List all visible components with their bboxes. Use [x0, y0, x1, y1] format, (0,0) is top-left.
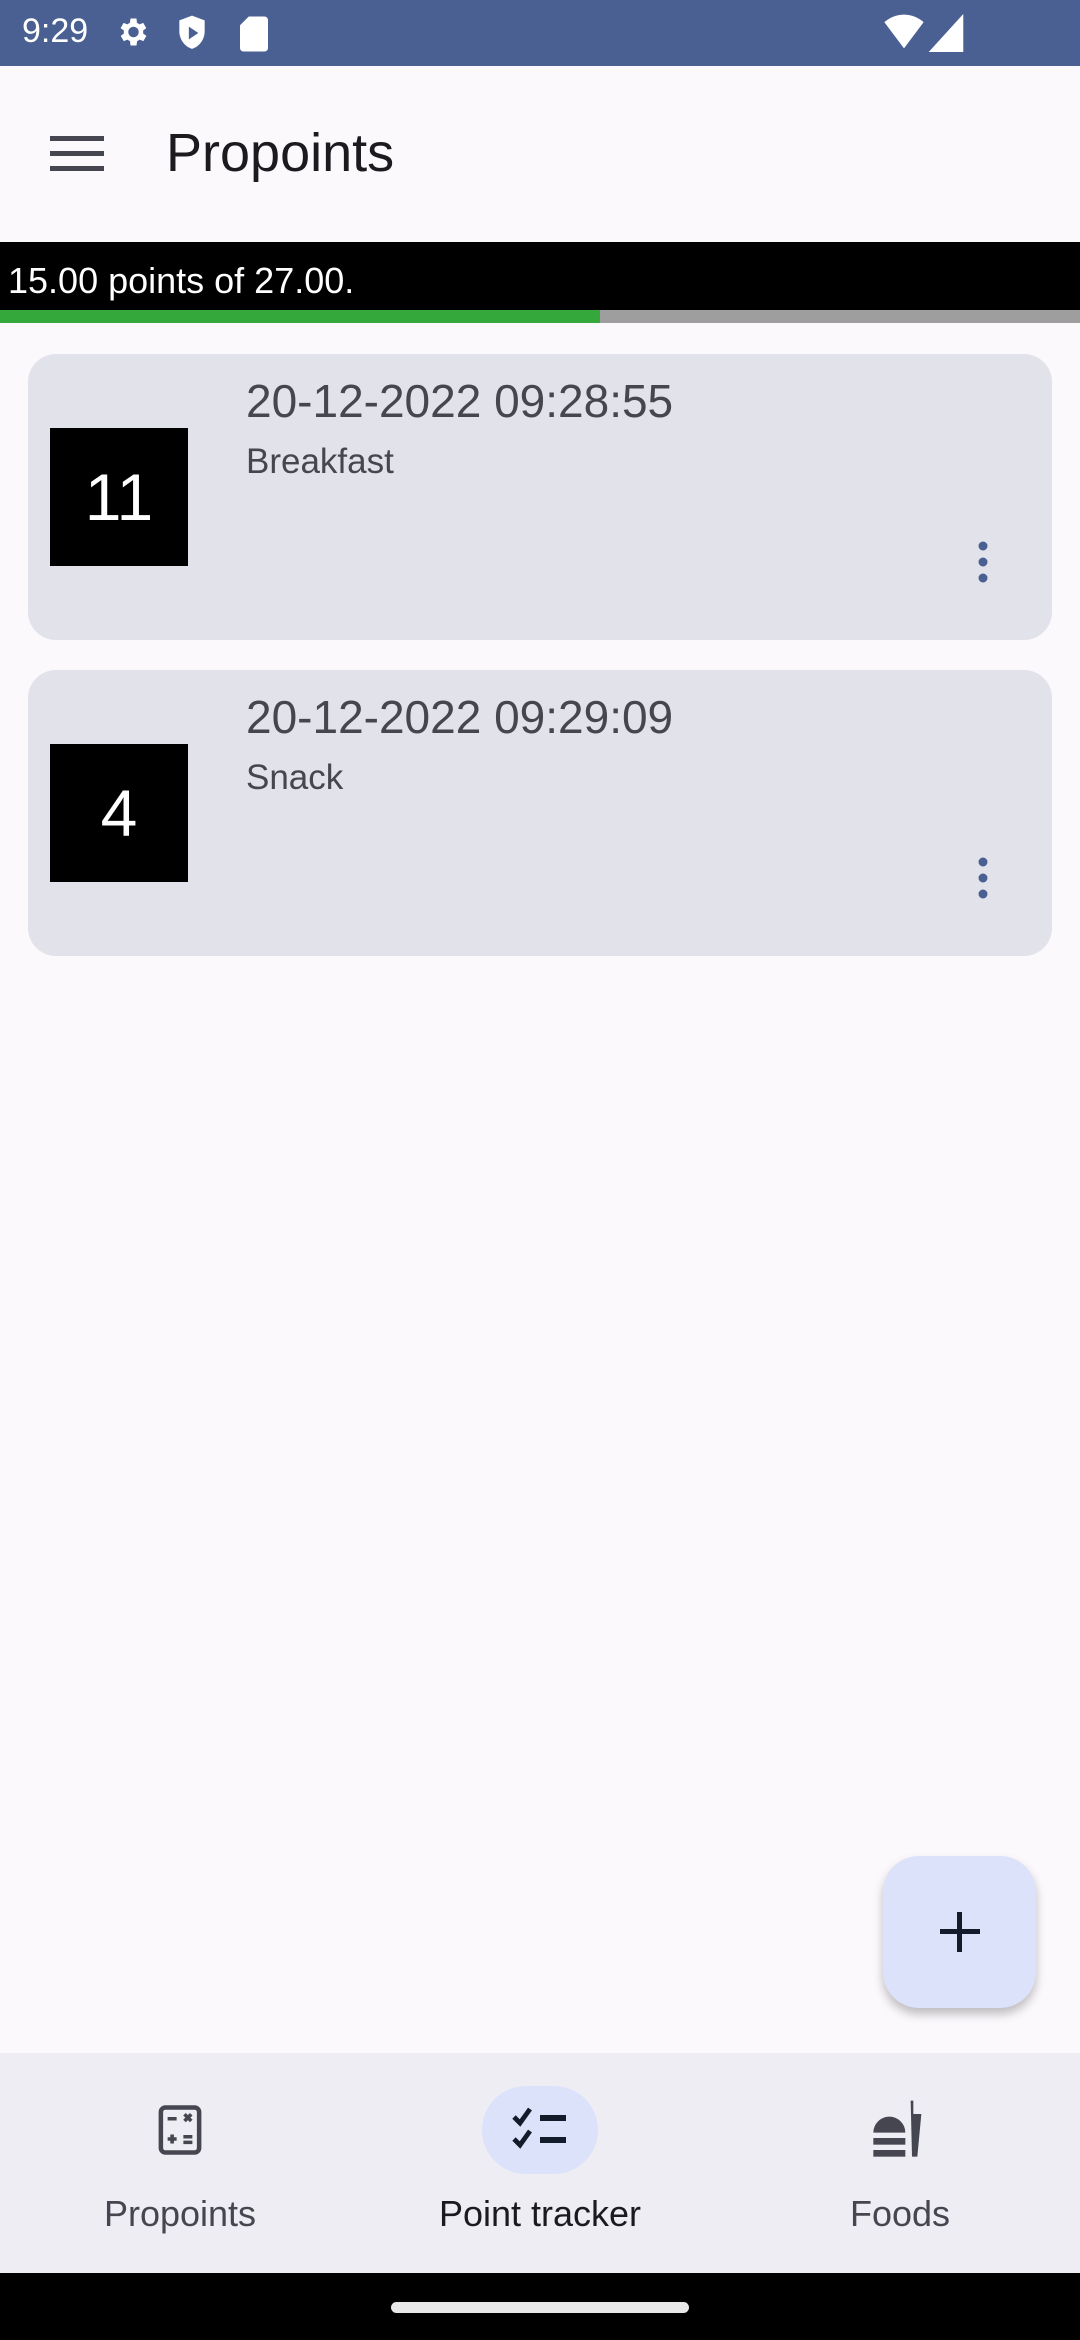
entry-label: Breakfast	[246, 442, 394, 481]
nav-item-foods[interactable]: Foods	[720, 2053, 1080, 2273]
bottom-navigation: Propoints Point tracker Foods	[0, 2053, 1080, 2273]
sd-card-icon	[240, 16, 268, 52]
more-vert-icon[interactable]	[966, 540, 1000, 584]
points-progress-fill	[0, 310, 600, 323]
gear-icon	[120, 18, 147, 46]
entry-points: 4	[50, 744, 188, 882]
nav-label: Point tracker	[438, 2193, 642, 2234]
nav-active-indicator	[482, 2086, 598, 2174]
page-title: Propoints	[166, 123, 395, 183]
entry-datetime: 20-12-2022 09:29:09	[246, 691, 674, 743]
shield-play-icon	[179, 15, 205, 49]
nav-label: Foods	[849, 2193, 951, 2234]
add-entry-button[interactable]	[883, 1856, 1036, 2008]
nav-item-point-tracker[interactable]: Point tracker	[360, 2053, 720, 2273]
fastfood-icon	[873, 2100, 922, 2157]
status-time: 9:29	[22, 12, 89, 50]
entry-card[interactable]: 4 20-12-2022 09:29:09 Snack	[28, 670, 1052, 956]
points-progress-bar	[0, 310, 1080, 323]
home-gesture-handle[interactable]	[391, 2302, 689, 2313]
nav-icon-wrap	[122, 2086, 238, 2174]
wifi-icon	[884, 14, 924, 49]
status-bar: 9:29	[0, 0, 1080, 66]
points-summary: 15.00 points of 27.00.	[0, 242, 1080, 310]
entry-points: 11	[50, 428, 188, 566]
nav-label: Propoints	[103, 2193, 257, 2234]
nav-item-propoints[interactable]: Propoints	[0, 2053, 360, 2273]
nav-icon-wrap	[842, 2086, 958, 2174]
entry-card[interactable]: 11 20-12-2022 09:28:55 Breakfast	[28, 354, 1052, 640]
more-vert-icon[interactable]	[966, 856, 1000, 900]
hamburger-icon[interactable]	[50, 134, 104, 174]
checklist-icon	[512, 2107, 566, 2149]
signal-icon	[928, 14, 964, 52]
calculator-icon	[158, 2105, 202, 2155]
entry-label: Snack	[246, 758, 344, 797]
entry-datetime: 20-12-2022 09:28:55	[246, 375, 674, 427]
plus-icon	[939, 1912, 980, 1952]
